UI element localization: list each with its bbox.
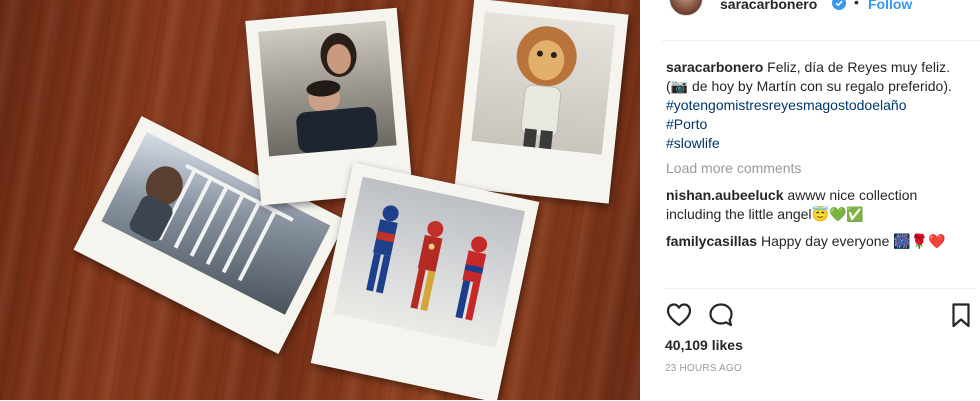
polaroid-lion-image bbox=[471, 11, 616, 155]
heart-outline-icon[interactable] bbox=[665, 301, 693, 329]
comment-username[interactable]: nishan.aubeeluck bbox=[666, 187, 783, 203]
likes-number: 40,109 bbox=[665, 337, 708, 353]
header-username[interactable]: saracarbonero bbox=[720, 0, 817, 12]
comments-list: saracarbonero Feliz, día de Reyes muy fe… bbox=[666, 58, 966, 286]
bookmark-icon[interactable] bbox=[947, 301, 975, 329]
comment-item: familycasillas Happy day everyone 🎆🌹❤️ bbox=[666, 232, 966, 251]
post-timestamp[interactable]: 23 HOURS AGO bbox=[665, 363, 742, 374]
hashtag-link[interactable]: #Porto bbox=[666, 115, 966, 134]
caption-username[interactable]: saracarbonero bbox=[666, 59, 763, 75]
comment-text: Happy day everyone 🎆🌹❤️ bbox=[760, 233, 946, 249]
hashtag-link[interactable]: #slowlife bbox=[666, 134, 966, 153]
verified-badge-icon bbox=[832, 0, 846, 10]
likes-count[interactable]: 40,109 likes bbox=[665, 337, 743, 353]
post-photo[interactable] bbox=[0, 0, 640, 400]
comment-bubble-icon[interactable] bbox=[707, 301, 735, 329]
post-actions: 40,109 likes 23 HOURS AGO bbox=[665, 288, 975, 401]
likes-label: likes bbox=[711, 337, 743, 353]
comment-username[interactable]: familycasillas bbox=[666, 233, 757, 249]
polaroid-couple-image bbox=[258, 20, 397, 157]
header-separator: • bbox=[854, 0, 859, 10]
load-more-comments-button[interactable]: Load more comments bbox=[666, 159, 966, 178]
caption: saracarbonero Feliz, día de Reyes muy fe… bbox=[666, 58, 966, 153]
post-header: saracarbonero • Follow bbox=[662, 0, 980, 41]
avatar[interactable] bbox=[669, 0, 703, 16]
hashtag-link[interactable]: #yotengomistresreyesmagostodoelaño bbox=[666, 96, 966, 115]
polaroid-lion bbox=[454, 0, 629, 204]
follow-button[interactable]: Follow bbox=[868, 0, 912, 12]
polaroid-action-figures-image bbox=[333, 176, 526, 349]
polaroid-action-figures bbox=[310, 162, 540, 400]
comment-item: nishan.aubeeluck awww nice collection in… bbox=[666, 186, 966, 224]
